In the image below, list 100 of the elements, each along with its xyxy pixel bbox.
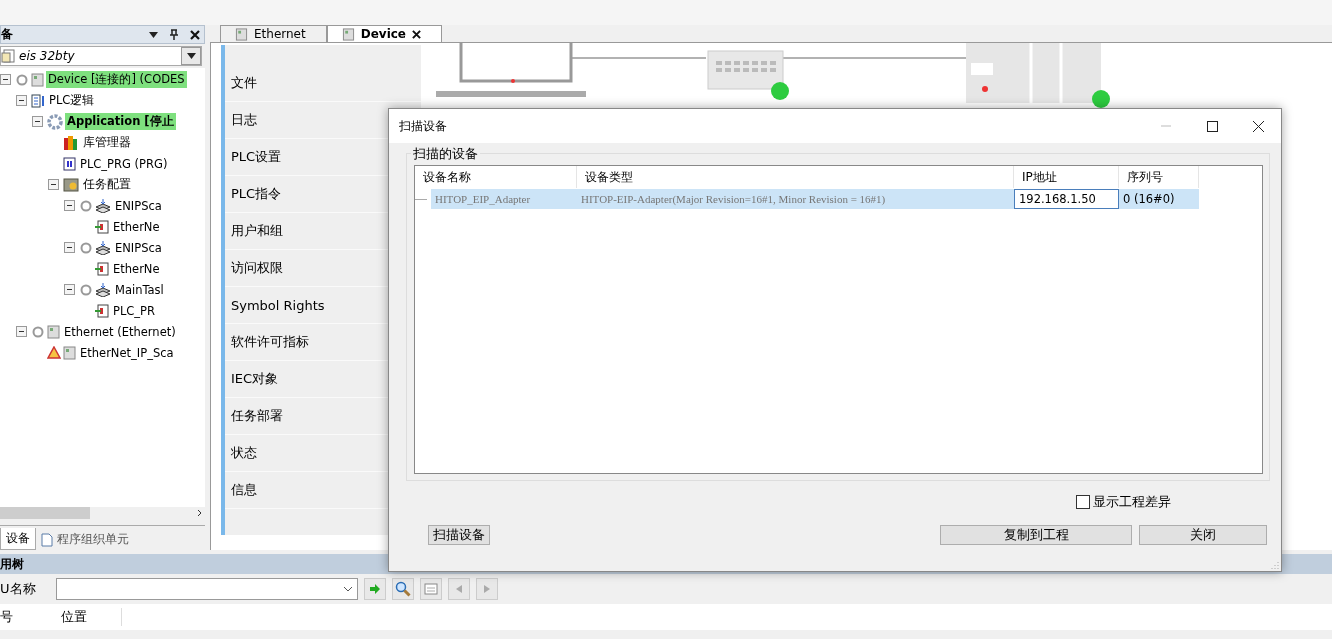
tree-item[interactable]: MainTasl bbox=[113, 281, 166, 298]
editor-tab[interactable]: Device bbox=[326, 25, 442, 42]
arrow-icon bbox=[370, 584, 380, 594]
menu-item[interactable]: 日志 bbox=[231, 111, 257, 129]
expander-icon[interactable] bbox=[32, 116, 43, 127]
dropdown-icon bbox=[186, 53, 196, 59]
resize-grip-icon[interactable] bbox=[1271, 561, 1279, 569]
dialog-button[interactable]: 关闭 bbox=[1139, 525, 1267, 545]
chevron-icon bbox=[343, 586, 353, 592]
status-dot bbox=[771, 82, 789, 100]
menu-item[interactable]: 用户和组 bbox=[231, 222, 283, 240]
tree-item[interactable]: Application [停止 bbox=[65, 113, 176, 130]
tree-item[interactable]: PLC逻辑 bbox=[47, 92, 97, 109]
close-icon[interactable] bbox=[190, 29, 200, 40]
name-combobox[interactable] bbox=[56, 578, 358, 600]
sync-icon bbox=[79, 240, 93, 255]
column-header[interactable]: 号 bbox=[0, 608, 55, 626]
stack-icon bbox=[95, 198, 111, 213]
tree-item[interactable]: 任务配置 bbox=[81, 176, 133, 193]
menu-item[interactable]: 文件 bbox=[231, 74, 257, 92]
stack-icon bbox=[95, 282, 111, 297]
right-arrow-icon bbox=[484, 585, 490, 593]
column-header[interactable]: IP地址 bbox=[1014, 166, 1119, 188]
tree-item[interactable]: 库管理器 bbox=[81, 134, 133, 151]
menu-item[interactable]: PLC设置 bbox=[231, 148, 282, 166]
document-icon bbox=[41, 532, 53, 547]
menu-item[interactable]: 软件许可指标 bbox=[231, 333, 309, 351]
table-cell[interactable]: 0 (16#0) bbox=[1119, 189, 1199, 209]
table-cell[interactable]: HITOP_EIP_Adapter bbox=[431, 189, 577, 209]
books-icon bbox=[63, 135, 79, 150]
panel-title: 用树 bbox=[0, 555, 24, 573]
left-arrow-icon bbox=[456, 585, 462, 593]
column-header[interactable]: 设备类型 bbox=[577, 166, 1014, 188]
checkbox[interactable] bbox=[1076, 495, 1090, 509]
warning-icon bbox=[47, 346, 61, 359]
menu-item[interactable]: 访问权限 bbox=[231, 259, 283, 277]
device-icon bbox=[63, 345, 76, 360]
project-dropdown[interactable]: eis 32bty bbox=[0, 46, 202, 66]
stack-icon bbox=[95, 240, 111, 255]
menu-item[interactable]: 状态 bbox=[231, 444, 257, 462]
device-icon bbox=[47, 324, 60, 339]
project-icon bbox=[1, 49, 15, 63]
call-icon bbox=[95, 303, 109, 318]
expander-icon[interactable] bbox=[48, 179, 59, 190]
maximize-icon bbox=[1206, 120, 1218, 132]
minimize-icon bbox=[1161, 125, 1171, 127]
sync-icon bbox=[31, 324, 45, 339]
task-config-icon bbox=[63, 177, 79, 192]
tree-item[interactable]: PLC_PR bbox=[111, 302, 158, 319]
menu-item[interactable]: 任务部署 bbox=[231, 407, 283, 425]
window-icon bbox=[424, 583, 438, 595]
tree-item[interactable]: ENIPSca bbox=[113, 197, 164, 214]
menu-item[interactable]: IEC对象 bbox=[231, 370, 279, 388]
editor-tab[interactable]: Ethernet bbox=[220, 25, 327, 42]
sync-icon bbox=[15, 72, 29, 87]
call-icon bbox=[95, 219, 109, 234]
tree-item[interactable]: EtherNe bbox=[111, 218, 162, 235]
sync-icon bbox=[79, 282, 93, 297]
pin-icon[interactable] bbox=[170, 29, 178, 40]
table-cell[interactable]: HITOP-EIP-Adapter(Major Revision=16#1, Minor Revision = 16#1) bbox=[577, 189, 1014, 209]
tree-item[interactable]: Device [连接的] (CODES bbox=[46, 71, 187, 88]
column-header[interactable]: 设备名称 bbox=[415, 166, 577, 188]
device-icon bbox=[235, 27, 248, 41]
expander-icon[interactable] bbox=[64, 200, 75, 211]
tree-item[interactable]: EtherNet_IP_Sca bbox=[78, 344, 176, 361]
table-cell[interactable]: 192.168.1.50 bbox=[1014, 189, 1119, 209]
device-icon bbox=[341, 27, 355, 41]
expander-icon[interactable] bbox=[16, 95, 27, 106]
field-label: U名称 bbox=[0, 580, 37, 598]
menu-item[interactable]: Symbol Rights bbox=[231, 297, 325, 313]
dropdown-icon[interactable] bbox=[149, 31, 158, 38]
checkbox-label: 显示工程差异 bbox=[1093, 493, 1171, 511]
menu-item[interactable]: PLC指令 bbox=[231, 185, 282, 203]
menu-item[interactable]: 信息 bbox=[231, 481, 257, 499]
device-icon bbox=[31, 72, 44, 87]
status-dot bbox=[1092, 90, 1110, 108]
column-header[interactable]: 序列号 bbox=[1119, 166, 1199, 188]
group-title: 扫描的设备 bbox=[411, 145, 480, 163]
close-icon[interactable] bbox=[412, 29, 421, 39]
search-icon bbox=[395, 581, 411, 597]
gear-icon bbox=[47, 113, 63, 130]
panel-title: 备 bbox=[1, 26, 14, 43]
logic-icon bbox=[31, 93, 45, 108]
expander-icon[interactable] bbox=[16, 326, 27, 337]
dialog-button[interactable]: 复制到工程 bbox=[940, 525, 1132, 545]
search-button[interactable] bbox=[392, 578, 414, 600]
expander-icon[interactable] bbox=[0, 74, 11, 85]
call-icon bbox=[95, 261, 109, 276]
sync-icon bbox=[79, 198, 93, 213]
tree-item[interactable]: EtherNe bbox=[111, 260, 162, 277]
close-icon bbox=[1252, 120, 1264, 132]
tree-item[interactable]: PLC_PRG (PRG) bbox=[78, 155, 170, 172]
column-header[interactable]: 位置 bbox=[55, 608, 122, 626]
expander-icon[interactable] bbox=[64, 284, 75, 295]
panel-tab[interactable]: 设备 bbox=[0, 528, 36, 550]
program-icon bbox=[63, 156, 76, 171]
dialog-button[interactable]: 扫描设备 bbox=[428, 525, 490, 545]
expander-icon[interactable] bbox=[64, 242, 75, 253]
tree-item[interactable]: ENIPSca bbox=[113, 239, 164, 256]
tree-item[interactable]: Ethernet (Ethernet) bbox=[62, 323, 178, 340]
